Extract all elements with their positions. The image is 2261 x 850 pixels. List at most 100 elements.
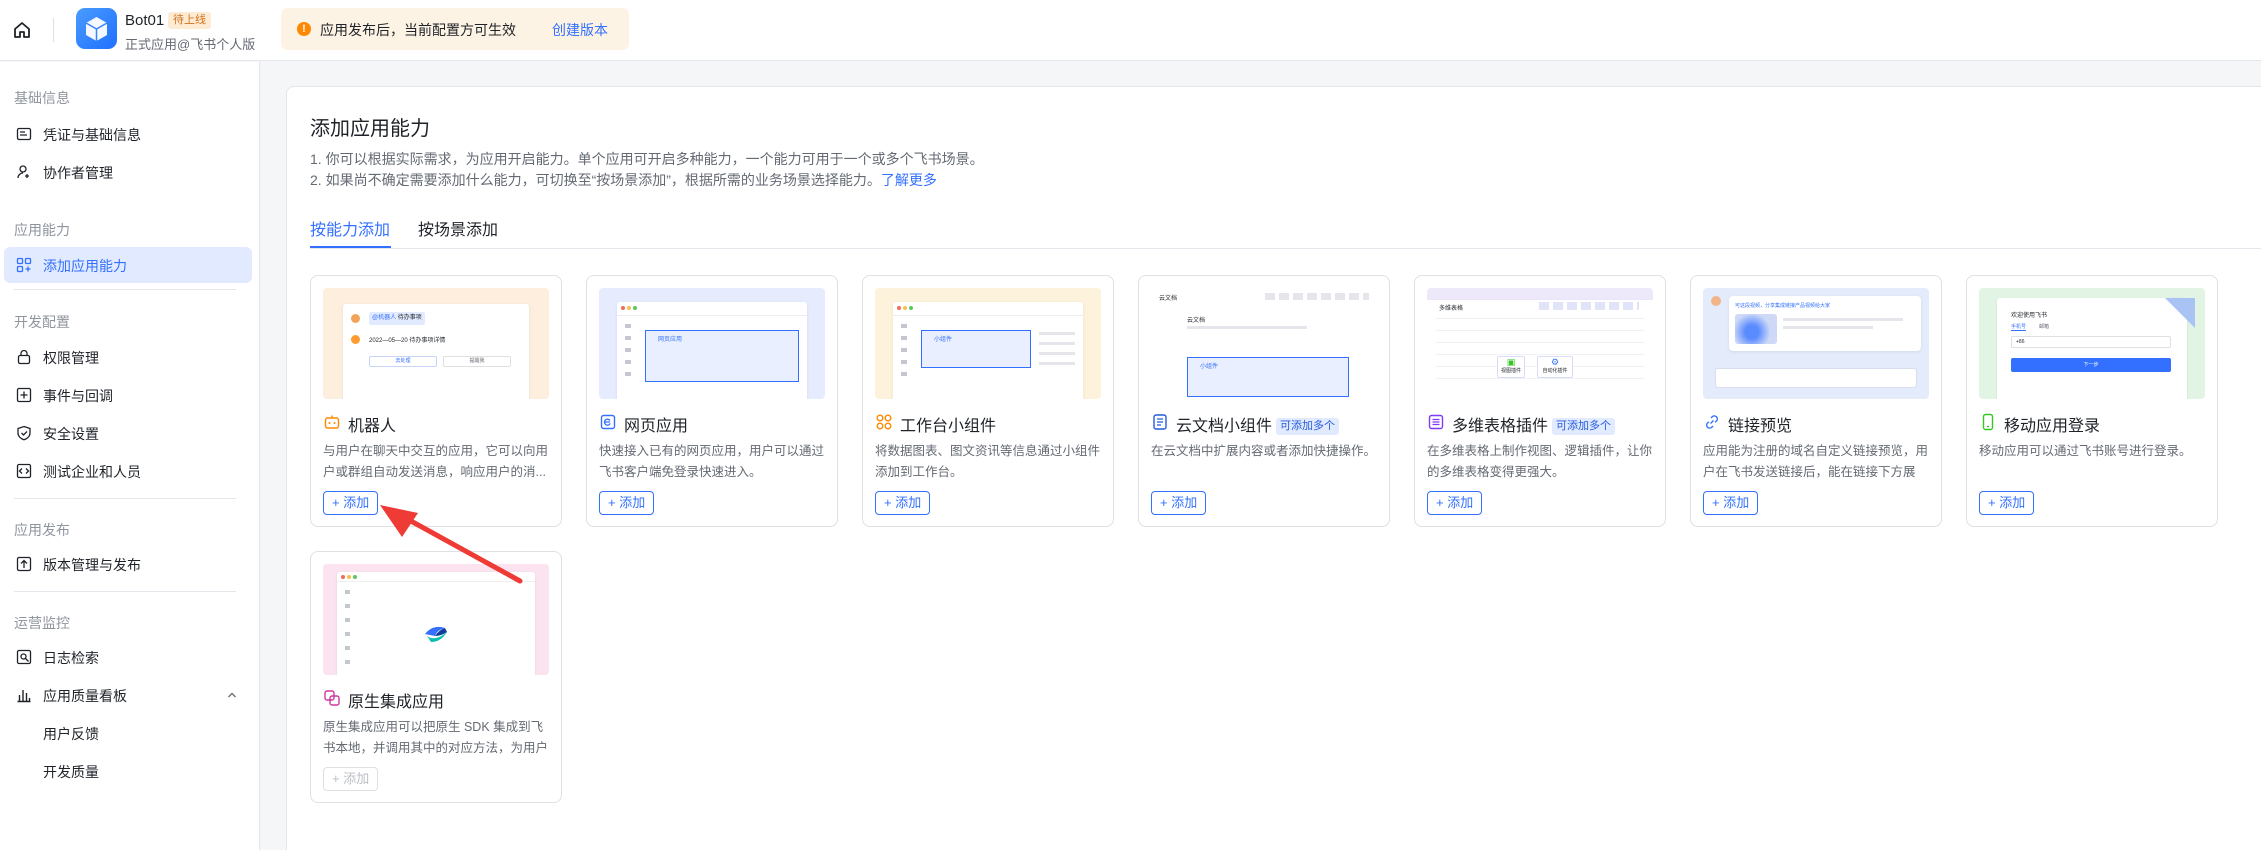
sidebar-item-label: 添加应用能力 [43,258,127,274]
card-preview: 小组件 [875,288,1101,399]
add-bitable-plugin-button[interactable]: + 添加 [1427,491,1483,515]
sidebar-item-collaborators[interactable]: 协作者管理 [4,154,252,190]
sidebar: 基础信息 凭证与基础信息 协作者管理 应用能力 添加应用能力 开发配置 权限管理… [0,62,260,850]
notice-text: 应用发布后，当前配置方可生效 [320,22,516,38]
tab-by-capability[interactable]: 按能力添加 [310,216,390,240]
sidebar-item-label: 版本管理与发布 [43,557,141,573]
learn-more-link[interactable]: 了解更多 [881,172,937,188]
status-badge: 待上线 [168,12,211,29]
description-line-2: 2. 如果尚不确定需要添加什么能力，可切换至“按场景添加”，根据所需的业务场景选… [310,172,937,188]
app-logo [76,8,117,49]
event-icon [16,387,32,403]
shield-icon [17,425,31,441]
add-web-app-button[interactable]: + 添加 [599,491,655,515]
lock-icon [17,349,31,365]
app-name: Bot01 [125,12,165,29]
card-title: 移动应用登录 [2004,418,2101,435]
app-subtitle: 正式应用@飞书个人版 [125,37,256,52]
multi-add-tag: 可添加多个 [1552,418,1616,435]
sidebar-item-label: 应用质量看板 [43,688,127,704]
card-preview: 可这段视频，分享集成链接产品视频给大家 [1703,288,1929,399]
upload-icon [16,556,32,572]
sidebar-item-dev-quality[interactable]: 开发质量 [4,753,252,789]
sidebar-item-credentials[interactable]: 凭证与基础信息 [4,116,252,152]
code-icon [16,463,32,479]
sidebar-divider [14,289,236,290]
card-description: 应用能为注册的域名自定义链接预览，用户在飞书发送链接后，能在链接下方展示... [1703,444,1929,479]
capability-card-web-app: 网页应用 网页应用 快速接入已有的网页应用，用户可以通过飞书客户端免登录快速进入… [586,275,838,527]
publish-notice: ! 应用发布后，当前配置方可生效 创建版本 [281,8,629,50]
link-icon [1706,415,1718,429]
create-version-link[interactable]: 创建版本 [552,20,608,40]
add-native-app-button[interactable]: + 添加 [323,767,379,791]
sidebar-item-label: 安全设置 [43,426,99,442]
header-divider [53,18,54,42]
sidebar-item-permissions[interactable]: 权限管理 [4,339,252,375]
sidebar-item-test-tenants[interactable]: 测试企业和人员 [4,453,252,489]
card-description: 在云文档中扩展内容或者添加快捷操作。 [1151,444,1377,458]
sidebar-divider [14,591,236,592]
add-doc-widget-button[interactable]: + 添加 [1151,491,1207,515]
top-header: Bot01 待上线 正式应用@飞书个人版 ! 应用发布后，当前配置方可生效 创建… [0,0,2261,61]
capability-card-link-preview: 可这段视频，分享集成链接产品视频给大家 链接预览 应用能为注册的域名自定义链接预… [1690,275,1942,527]
capability-card-bitable-plugin: 多维表格 ▣ 视图插件 ⚙ 自动化插件 多维表格插件 可添加多个 在多维表格上制作视图… [1414,275,1666,527]
sidebar-item-label: 协作者管理 [43,165,113,181]
card-preview: @机器人 待办事项 2022—05—20 待办事项详情 去处理 提醒我 [323,288,549,399]
id-card-icon [16,127,32,141]
description-line-1: 1. 你可以根据实际需求，为应用开启能力。单个应用可开启多种能力，一个能力可用于… [310,151,984,167]
card-title: 链接预览 [1728,418,1793,435]
card-description: 原生集成应用可以把原生 SDK 集成到飞书本地，并调用其中的对应方法，为用户提.… [323,720,549,755]
add-link-preview-button[interactable]: + 添加 [1703,491,1759,515]
sidebar-item-events[interactable]: 事件与回调 [4,377,252,413]
capability-card-workbench-widget: 小组件 工作台小组件 将数据图表、图文资讯等信息通过小组件添加到工作台。 + 添… [862,275,1114,527]
warning-icon: ! [297,22,311,36]
sidebar-item-versions[interactable]: 版本管理与发布 [4,546,252,582]
card-preview: 云文档 云文档 小组件 [1151,288,1377,399]
card-preview: 欢迎使用飞书 手机号 邮箱 +86 下一步 [1979,288,2205,399]
sidebar-item-quality-dashboard[interactable]: 应用质量看板 [4,677,252,713]
sidebar-section-title: 运营监控 [14,615,70,631]
capability-card-doc-widget: 云文档 云文档 小组件 云文档小组件 可添加多个 在云文档中扩展内容或者添加快捷操… [1138,275,1390,527]
robot-icon [324,415,340,429]
sidebar-section-title: 开发配置 [14,314,70,330]
card-description: 在多维表格上制作视图、逻辑插件，让你的多维表格变得更强大。 [1427,444,1653,479]
add-workbench-widget-button[interactable]: + 添加 [875,491,931,515]
sidebar-item-label: 开发质量 [43,764,99,780]
card-preview: 多维表格 ▣ 视图插件 ⚙ 自动化插件 [1427,288,1653,399]
sidebar-item-security[interactable]: 安全设置 [4,415,252,451]
multi-add-tag: 可添加多个 [1276,418,1340,435]
card-title: 工作台小组件 [900,418,997,435]
chevron-up-icon[interactable] [226,689,238,701]
sidebar-section-title: 应用能力 [14,222,70,238]
tabs-divider [310,248,2261,249]
tab-by-scenario[interactable]: 按场景添加 [418,216,498,240]
page-title: 添加应用能力 [310,118,430,140]
sidebar-item-label: 测试企业和人员 [43,464,141,480]
active-tab-indicator [310,246,391,248]
sidebar-item-label: 凭证与基础信息 [43,127,141,143]
card-title: 机器人 [348,418,397,435]
card-title: 原生集成应用 [348,694,445,711]
sidebar-section-title: 应用发布 [14,522,70,538]
sidebar-item-add-capability[interactable]: 添加应用能力 [4,247,252,283]
native-app-icon [324,690,340,706]
sidebar-item-log-search[interactable]: 日志检索 [4,639,252,675]
card-description: 与用户在聊天中交互的应用，它可以向用户或群组自动发送消息，响应用户的消... [323,444,549,479]
sidebar-section-title: 基础信息 [14,90,70,106]
capability-card-robot: @机器人 待办事项 2022—05—20 待办事项详情 去处理 提醒我 机器人 … [310,275,562,527]
user-add-icon [17,165,29,179]
widget-icon [876,414,892,430]
home-icon[interactable] [11,19,33,41]
doc-widget-icon [1153,414,1167,430]
card-title: 网页应用 [624,418,689,435]
add-mobile-login-button[interactable]: + 添加 [1979,491,2035,515]
sidebar-item-label: 用户反馈 [43,726,99,742]
sidebar-item-user-feedback[interactable]: 用户反馈 [4,715,252,751]
bar-chart-icon [17,690,31,703]
capability-card-mobile-login: 欢迎使用飞书 手机号 邮箱 +86 下一步 移动应用登录 移动应用可以通过飞书账… [1966,275,2218,527]
sidebar-item-label: 权限管理 [43,350,99,366]
app-grid-icon [16,257,32,273]
sidebar-item-label: 日志检索 [43,650,99,666]
card-title: 云文档小组件 可添加多个 [1176,412,1340,436]
mobile-icon [1982,413,1994,431]
